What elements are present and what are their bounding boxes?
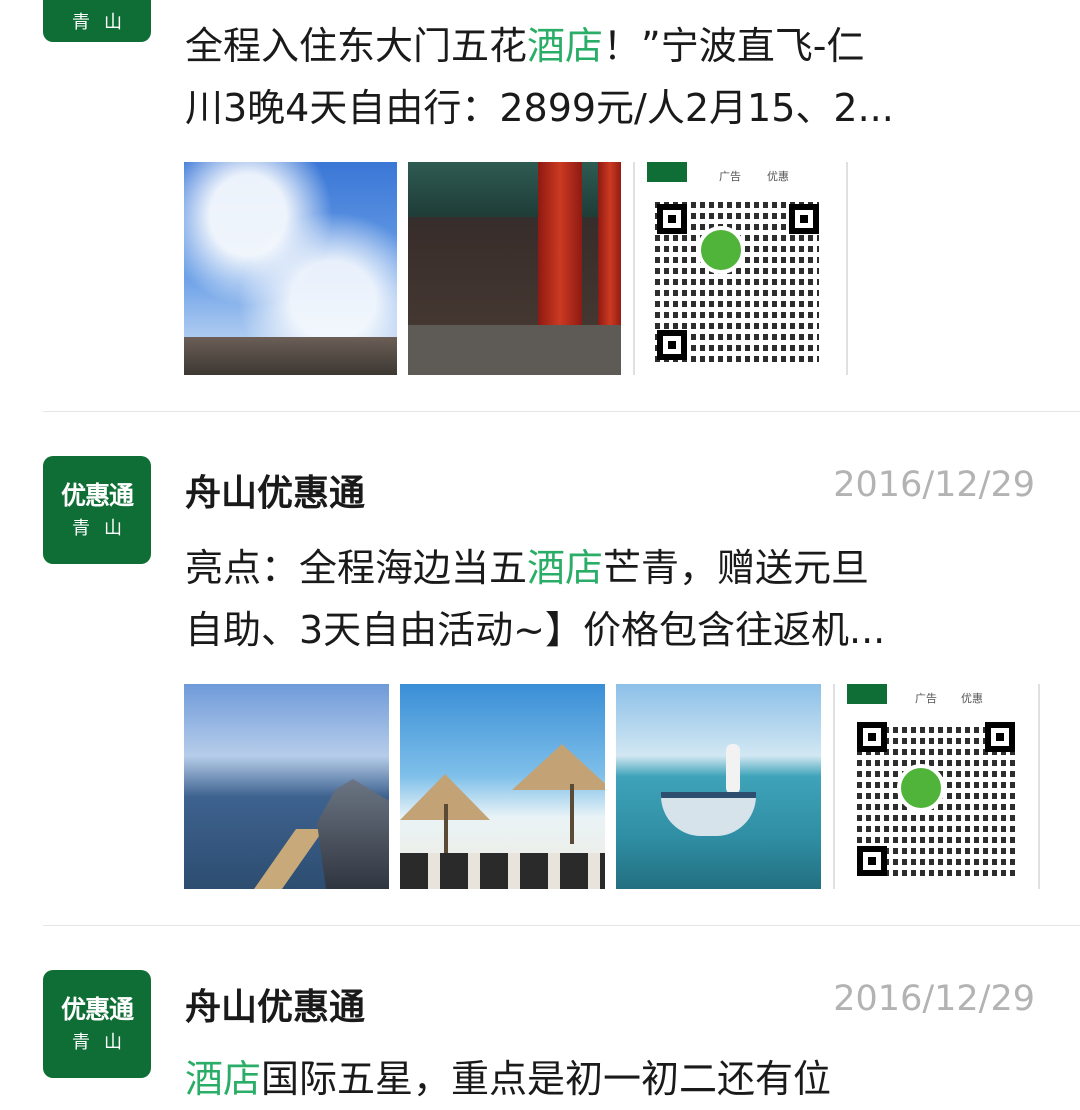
post-image-resort[interactable] (400, 684, 605, 889)
wechat-icon (897, 764, 945, 812)
qr-tag-left: 广告 (915, 692, 937, 705)
post-image-sky[interactable] (184, 162, 397, 375)
post-date: 2016/12/29 (833, 465, 1035, 505)
account-avatar[interactable]: 优惠通 青山 (43, 970, 151, 1078)
temple-floor (408, 325, 621, 375)
post-snippet[interactable]: 酒店国际五星，重点是初一初二还有位 (185, 1048, 1035, 1110)
qr-finder (985, 722, 1015, 752)
post-snippet[interactable]: 全程入住东大门五花酒店！”宁波直飞-仁 川3晚4天自由行：2899元/人2月15… (185, 15, 1035, 139)
beach-chairs (400, 853, 605, 889)
account-name[interactable]: 舟山优惠通 (185, 464, 365, 516)
boat-shape (661, 792, 756, 836)
post-date: 2016/12/29 (833, 979, 1035, 1019)
qr-tag-left: 广告 (719, 170, 741, 183)
keyword-highlight: 酒店 (527, 24, 604, 68)
qr-finder (857, 846, 887, 876)
qr-brand-logo (647, 162, 687, 182)
qr-tag-right: 优惠 (767, 170, 789, 183)
roof-shape (184, 337, 397, 375)
umbrella-pole (570, 784, 574, 844)
snippet-line-1: 全程入住东大门五花酒店！”宁波直飞-仁 (185, 24, 865, 68)
qr-tag-right: 优惠 (961, 692, 983, 705)
account-avatar[interactable]: 优惠通 青山 (43, 456, 151, 564)
post-image-qr-code[interactable]: 广告 优惠 (633, 162, 848, 375)
qr-finder (657, 204, 687, 234)
person-shape (726, 744, 740, 794)
post-divider (43, 411, 1080, 412)
snippet-line-1: 酒店国际五星，重点是初一初二还有位 (185, 1057, 832, 1101)
account-avatar[interactable]: 优惠通 青山 (43, 0, 151, 42)
temple-beam (408, 162, 621, 217)
qr-brand-logo (847, 684, 887, 704)
wechat-icon (697, 226, 745, 274)
avatar-brand-text: 优惠通 (60, 995, 134, 1024)
post-image-bay[interactable] (184, 684, 389, 889)
keyword-highlight: 酒店 (527, 546, 604, 590)
beach-shape (254, 829, 324, 889)
keyword-highlight: 酒店 (185, 1057, 262, 1101)
avatar-sub-text: 青山 (72, 12, 136, 33)
post-image-temple[interactable] (408, 162, 621, 375)
snippet-line-1: 亮点：全程海边当五酒店芒青，赠送元旦 (185, 546, 870, 590)
avatar-brand-text: 优惠通 (60, 481, 134, 510)
avatar-sub-text: 青山 (72, 1032, 136, 1053)
snippet-line-2: 自助、3天自由活动~】价格包含往返机... (185, 608, 886, 652)
qr-finder (857, 722, 887, 752)
snippet-line-2: 川3晚4天自由行：2899元/人2月15、2... (185, 86, 894, 130)
post-divider (43, 925, 1080, 926)
umbrella-shape (512, 744, 605, 790)
account-name[interactable]: 舟山优惠通 (185, 978, 365, 1030)
qr-finder (789, 204, 819, 234)
post-image-qr-code[interactable]: 广告 优惠 (833, 684, 1040, 889)
avatar-sub-text: 青山 (72, 518, 136, 539)
post-snippet[interactable]: 亮点：全程海边当五酒店芒青，赠送元旦 自助、3天自由活动~】价格包含往返机... (185, 537, 1035, 661)
post-image-sea[interactable] (616, 684, 821, 889)
qr-finder (657, 330, 687, 360)
